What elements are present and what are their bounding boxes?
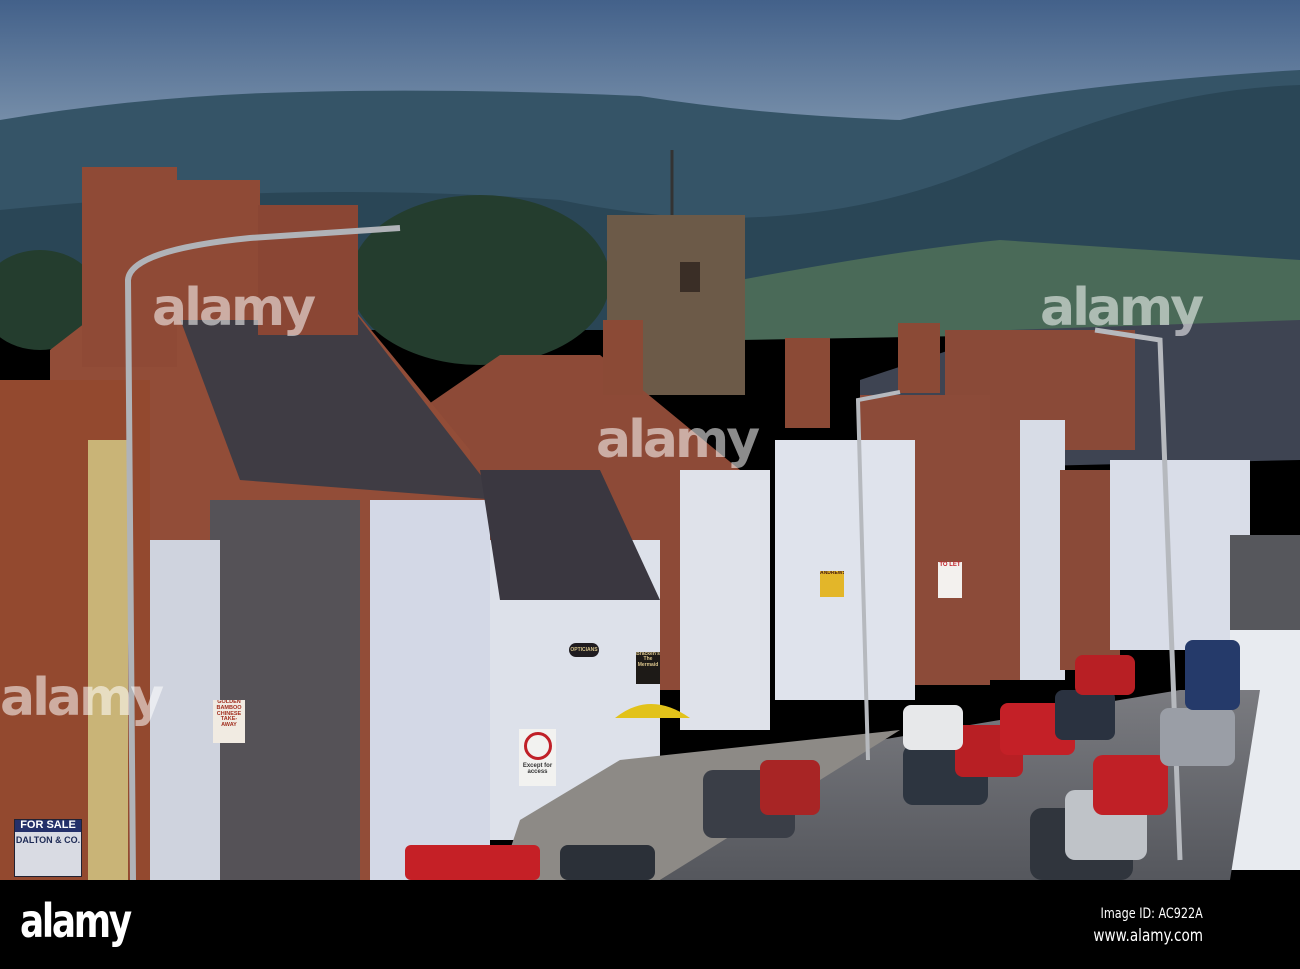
car: [1075, 655, 1135, 695]
white-building: [775, 440, 915, 700]
no-goods-vehicles-icon: [523, 732, 552, 760]
watermark: alamy: [152, 278, 316, 338]
car: [560, 845, 655, 880]
watermark: alamy: [0, 668, 164, 728]
tree: [350, 195, 610, 365]
car: [1055, 690, 1115, 740]
stock-photo: FOR SALE DALTON & CO. GOLDEN BAMBOO CHIN…: [0, 0, 1300, 969]
white-building: [1110, 460, 1250, 650]
car: [903, 705, 963, 750]
white-cottage: [370, 500, 490, 880]
for-sale-label: FOR SALE: [15, 819, 81, 832]
alamy-logo: alamy: [20, 894, 132, 948]
white-building: [680, 470, 770, 730]
chimney: [785, 338, 830, 428]
for-sale-sign: FOR SALE DALTON & CO.: [14, 819, 82, 877]
car: [1093, 755, 1168, 815]
pub-sign: Bracken's The Mermaid: [636, 652, 660, 684]
chimney: [898, 323, 940, 393]
takeaway-sign: GOLDEN BAMBOO CHINESE TAKE-AWAY: [213, 700, 245, 743]
slate-roof-corner: [1230, 535, 1300, 630]
estate-agent-name: DALTON & CO.: [15, 834, 81, 845]
opticians-sign: OPTICIANS: [569, 643, 599, 657]
andrews-sign: ANDREWS: [820, 571, 844, 597]
tower-window: [680, 262, 700, 292]
car: [1160, 708, 1235, 766]
white-building: [1020, 420, 1065, 680]
grey-house: [210, 500, 360, 880]
watermark: alamy: [596, 410, 760, 470]
car: [760, 760, 820, 815]
no-entry-sign: Except for access: [519, 729, 556, 786]
image-id: Image ID: AC922A: [1100, 906, 1203, 922]
except-for-access-label: Except for access: [522, 763, 553, 776]
yellow-quoin: [88, 440, 128, 880]
watermark: alamy: [1040, 278, 1204, 338]
van: [405, 845, 540, 880]
to-let-sign: TO LET: [938, 562, 962, 598]
car: [1185, 640, 1240, 710]
site-url[interactable]: www.alamy.com: [1093, 926, 1203, 946]
chimney: [603, 320, 643, 395]
footer-bar: alamy Image ID: AC922A www.alamy.com: [0, 880, 1300, 969]
